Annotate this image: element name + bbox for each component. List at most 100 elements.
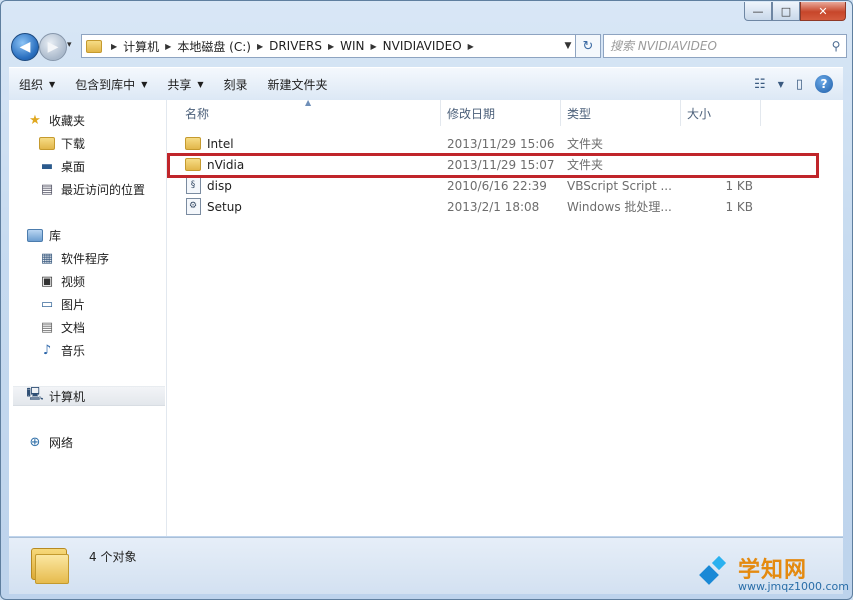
folder-icon (185, 136, 201, 152)
search-icon[interactable]: ⚲ (826, 39, 846, 53)
file-name: Intel (207, 136, 234, 151)
include-in-library-button[interactable]: 包含到库中 ▼ (65, 68, 157, 100)
folder-icon (31, 548, 69, 584)
organize-button[interactable]: 组织 ▼ (9, 68, 65, 100)
sidebar-item-label: 计算机 (49, 389, 86, 404)
share-label: 共享 (167, 77, 192, 92)
folder-icon (86, 38, 102, 54)
file-type: 文件夹 (567, 137, 604, 151)
chevron-down-icon: ▼ (141, 79, 148, 89)
include-library-label: 包含到库中 (75, 77, 136, 92)
recent-pages-dropdown[interactable]: ▾ (67, 40, 72, 50)
music-icon: ♪ (42, 342, 52, 358)
sidebar-item-label: 下载 (61, 136, 86, 151)
breadcrumb: ▶ 计算机 ▶ 本地磁盘 (C:) ▶ DRIVERS ▶ WIN ▶ NVID… (82, 38, 561, 55)
chevron-right-icon[interactable]: ▶ (162, 42, 174, 51)
breadcrumb-win[interactable]: WIN (337, 39, 367, 53)
sidebar-item-label: 音乐 (61, 343, 86, 358)
breadcrumb-drivers[interactable]: DRIVERS (266, 39, 325, 53)
video-icon: ▣ (40, 273, 54, 289)
sidebar-item-label: 视频 (61, 274, 86, 289)
sidebar-item-software[interactable]: ▦ 软件程序 (39, 248, 109, 268)
item-count: 4 个对象 (89, 550, 137, 564)
back-button[interactable]: ◀ (11, 33, 39, 61)
burn-button[interactable]: 刻录 (214, 68, 258, 100)
address-bar[interactable]: ▶ 计算机 ▶ 本地磁盘 (C:) ▶ DRIVERS ▶ WIN ▶ NVID… (81, 34, 576, 58)
chevron-right-icon[interactable]: ▶ (368, 42, 380, 51)
file-name: disp (207, 178, 232, 193)
sidebar-item-favorites[interactable]: ★ 收藏夹 (27, 110, 85, 130)
share-button[interactable]: 共享 ▼ (157, 68, 213, 100)
forward-button[interactable]: ▶ (39, 33, 67, 61)
sidebar-item-label: 收藏夹 (49, 113, 86, 128)
batch-icon: ⚙ (185, 198, 201, 215)
breadcrumb-local-disk[interactable]: 本地磁盘 (C:) (174, 38, 254, 55)
sidebar-item-recent[interactable]: ▤ 最近访问的位置 (39, 179, 145, 199)
new-folder-button[interactable]: 新建文件夹 (258, 68, 338, 100)
library-icon (27, 227, 43, 243)
pictures-icon: ▭ (40, 296, 54, 312)
column-header-type[interactable]: 类型 (561, 100, 681, 126)
search-box[interactable]: ⚲ (603, 34, 847, 58)
chevron-right-icon[interactable]: ▶ (325, 42, 337, 51)
sidebar-item-libraries[interactable]: 库 (27, 225, 61, 245)
highlight-box (167, 153, 819, 178)
window-caption-buttons: — □ ✕ (744, 2, 846, 21)
navigation-bar: ◀ ▶ ▾ ▶ 计算机 ▶ 本地磁盘 (C:) ▶ DRIVERS ▶ WIN … (9, 31, 847, 61)
preview-pane-icon[interactable]: ▯ (790, 77, 809, 92)
sidebar-item-label: 网络 (49, 435, 74, 450)
chevron-right-icon[interactable]: ▶ (108, 42, 120, 51)
column-header-size[interactable]: 大小 (681, 100, 761, 126)
view-options-icon[interactable]: ☷ (748, 77, 772, 92)
address-dropdown-icon[interactable]: ▼ (561, 41, 575, 51)
close-button[interactable]: ✕ (800, 2, 846, 21)
chevron-right-icon[interactable]: ▶ (465, 42, 477, 51)
file-size: 1 KB (725, 178, 753, 193)
explorer-window: — □ ✕ ◀ ▶ ▾ ▶ 计算机 ▶ 本地磁盘 (C:) ▶ DRIVERS … (0, 0, 853, 600)
sidebar-item-network[interactable]: ⊕ 网络 (27, 432, 73, 452)
file-row[interactable]: Intel 2013/11/29 15:06 文件夹 (167, 133, 843, 154)
file-type: Windows 批处理... (567, 200, 672, 214)
view-dropdown-icon[interactable]: ▼ (772, 80, 790, 89)
desktop-icon: ▬ (40, 158, 54, 174)
maximize-button[interactable]: □ (772, 2, 800, 21)
sidebar-item-label: 库 (49, 228, 62, 243)
breadcrumb-nvidiavideo[interactable]: NVIDIAVIDEO (380, 39, 465, 53)
column-header-date[interactable]: 修改日期 (441, 100, 561, 126)
watermark-logo: 学知网 www.jmqz1000.com (699, 550, 850, 596)
chevron-right-icon[interactable]: ▶ (254, 42, 266, 51)
software-library-icon: ▦ (40, 250, 54, 266)
sidebar-item-videos[interactable]: ▣ 视频 (39, 271, 85, 291)
file-type: VBScript Script ... (567, 178, 672, 193)
star-icon: ★ (29, 112, 41, 128)
sidebar-item-label: 图片 (61, 297, 86, 312)
sidebar-item-music[interactable]: ♪ 音乐 (39, 340, 85, 360)
help-icon[interactable]: ? (815, 75, 833, 93)
sidebar-item-label: 软件程序 (61, 251, 110, 266)
refresh-button[interactable]: ↻ (575, 34, 601, 58)
computer-icon: 🖳 (26, 387, 44, 402)
sidebar-item-documents[interactable]: ▤ 文档 (39, 317, 85, 337)
vbscript-icon: § (185, 177, 201, 194)
sidebar-item-computer[interactable]: 🖳 计算机 (13, 386, 165, 406)
breadcrumb-computer[interactable]: 计算机 (120, 38, 162, 55)
sidebar-item-desktop[interactable]: ▬ 桌面 (39, 156, 85, 176)
search-input[interactable] (604, 38, 826, 54)
column-header-name[interactable]: 名称 (179, 100, 441, 126)
document-icon: ▤ (40, 319, 54, 335)
recent-places-icon: ▤ (40, 181, 54, 197)
file-row[interactable]: ⚙ Setup 2013/2/1 18:08 Windows 批处理... 1 K… (167, 196, 843, 217)
watermark-url: www.jmqz1000.com (738, 580, 849, 593)
minimize-button[interactable]: — (744, 2, 772, 21)
file-date: 2013/11/29 15:06 (447, 136, 555, 151)
file-name: Setup (207, 199, 242, 214)
column-header-row: ▲ 名称 修改日期 类型 大小 (167, 98, 843, 126)
sidebar-item-pictures[interactable]: ▭ 图片 (39, 294, 85, 314)
navigation-pane: ★ 收藏夹 下载 ▬ 桌面 ▤ 最近访问的位置 库 ▦ 软件程序 ▣ 视频 ▭ (9, 100, 167, 536)
organize-label: 组织 (19, 77, 44, 92)
command-bar: 组织 ▼ 包含到库中 ▼ 共享 ▼ 刻录 新建文件夹 ☷ ▼ ▯ ? (9, 67, 843, 101)
downloads-folder-icon (39, 135, 55, 151)
sidebar-item-downloads[interactable]: 下载 (39, 133, 85, 153)
network-icon: ⊕ (29, 434, 41, 450)
file-row[interactable]: § disp 2010/6/16 22:39 VBScript Script ..… (167, 175, 843, 196)
